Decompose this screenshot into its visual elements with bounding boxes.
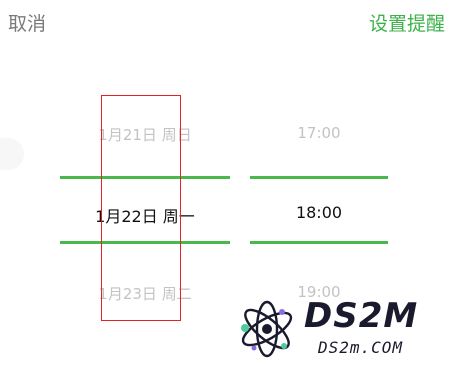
watermark: DS2M DS2m.COM: [232, 296, 454, 362]
header-bar: 取消 设置提醒: [0, 0, 459, 44]
time-option-selected[interactable]: 18:00: [250, 203, 388, 222]
cancel-button[interactable]: 取消: [8, 9, 46, 36]
side-handle: [0, 138, 24, 170]
time-picker-column[interactable]: 17:00 18:00 19:00: [250, 105, 388, 305]
highlight-annotation-box: [101, 95, 181, 321]
time-selection-line-bottom: [250, 241, 388, 244]
watermark-title: DS2M: [304, 296, 419, 336]
time-selection-line-top: [250, 176, 388, 179]
reminder-picker-screen: 取消 设置提醒 1月21日 周日 1月22日 周一 1月23日 周二 17:00…: [0, 0, 459, 366]
watermark-subtitle: DS2m.COM: [318, 338, 404, 357]
atom-logo-icon: [241, 300, 293, 358]
set-reminder-button[interactable]: 设置提醒: [369, 9, 445, 36]
time-option-prev[interactable]: 17:00: [250, 124, 388, 142]
